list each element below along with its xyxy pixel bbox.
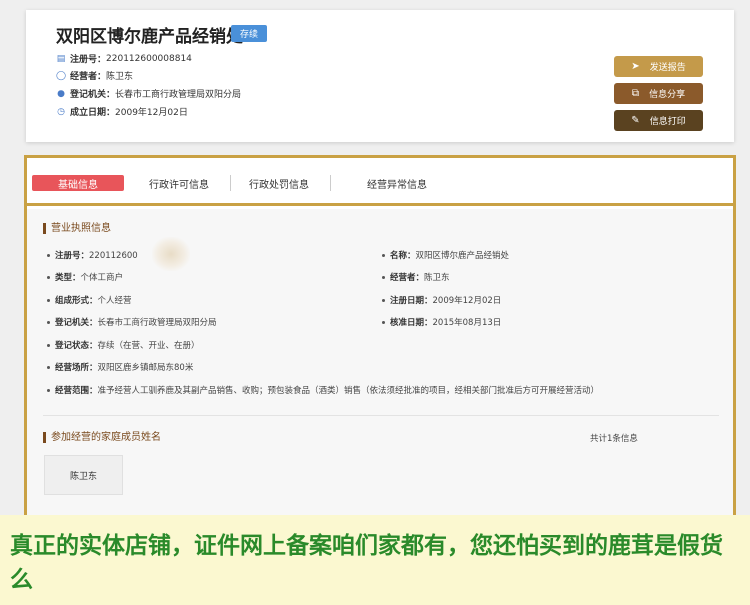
pencil-icon: ✎ — [631, 115, 640, 126]
reg-no-value: 220112600008814 — [106, 53, 192, 64]
tab-admin-license[interactable]: 行政许可信息 — [149, 175, 209, 191]
redaction-blur — [152, 237, 190, 271]
operator-label: 经营者： — [70, 72, 107, 82]
license-field: 核准日期：2015年08月13日 — [382, 316, 501, 328]
status-badge: 存续 — [231, 25, 268, 42]
paper-plane-icon: ➤ — [631, 61, 640, 72]
detail-panel: 基础信息 行政许可信息 行政处罚信息 经营异常信息 营业执照信息 注册号：220… — [24, 155, 736, 523]
tab-abnormal-operation[interactable]: 经营异常信息 — [367, 175, 427, 191]
license-field: 登记状态：存续（在营、开业、在册） — [47, 339, 200, 351]
founded-value: 2009年12月02日 — [115, 108, 188, 118]
family-section-title: 参加经营的家庭成员姓名 — [43, 432, 161, 443]
license-field: 经营者：陈卫东 — [382, 271, 450, 283]
authority-line: ● 登记机关： 长春市工商行政管理局双阳分局 — [56, 87, 242, 101]
print-info-label: 信息打印 — [649, 117, 686, 127]
promo-caption: 真正的实体店铺，证件网上备案咱们家都有，您还怕买到的鹿茸是假货么 — [0, 515, 750, 605]
tab-admin-penalty[interactable]: 行政处罚信息 — [249, 175, 309, 191]
reg-no-label: 注册号： — [70, 55, 107, 65]
operator-line: ◯ 经营者： 陈卫东 — [56, 69, 134, 83]
license-field: 经营场所：双阳区鹿乡镇邮局东80米 — [47, 361, 193, 373]
company-title: 双阳区博尔鹿产品经销处 — [56, 27, 243, 47]
license-section-title: 营业执照信息 — [43, 223, 111, 234]
founded-line: ◷ 成立日期： 2009年12月02日 — [56, 105, 188, 119]
section-divider — [43, 415, 719, 416]
clock-icon: ◷ — [57, 106, 65, 117]
authority-value: 长春市工商行政管理局双阳分局 — [115, 90, 242, 100]
tab-divider — [330, 175, 331, 191]
user-icon: ◯ — [56, 70, 67, 81]
company-header-card: 双阳区博尔鹿产品经销处 存续 ▤ 注册号： 220112600008814 ◯ … — [26, 10, 734, 142]
print-info-button[interactable]: ✎ 信息打印 — [614, 110, 703, 131]
send-report-button[interactable]: ➤ 发送报告 — [614, 56, 703, 77]
license-field: 组成形式：个人经营 — [47, 294, 132, 306]
license-field: 登记机关：长春市工商行政管理局双阳分局 — [47, 316, 217, 328]
share-info-button[interactable]: ⧉ 信息分享 — [614, 83, 703, 104]
tab-divider — [230, 175, 231, 191]
tab-basic-info[interactable]: 基础信息 — [32, 175, 124, 191]
reg-no-line: ▤ 注册号： 220112600008814 — [56, 52, 192, 66]
tab-content: 营业执照信息 注册号：220112600 类型：个体工商户 组成形式：个人经营 … — [27, 209, 733, 523]
license-field: 名称：双阳区博尔鹿产品经销处 — [382, 249, 509, 261]
send-report-label: 发送报告 — [649, 63, 686, 73]
location-pin-icon: ● — [57, 88, 65, 99]
founded-label: 成立日期： — [70, 108, 116, 118]
license-field: 注册日期：2009年12月02日 — [382, 294, 501, 306]
license-field: 经营范围：准予经营人工驯养鹿及其副产品销售、收购；预包装食品（酒类）销售（依法须… — [47, 384, 599, 396]
caption-text: 真正的实体店铺，证件网上备案咱们家都有，您还怕买到的鹿茸是假货么 — [10, 533, 723, 593]
share-info-label: 信息分享 — [649, 90, 686, 100]
share-icon: ⧉ — [631, 88, 640, 99]
license-field: 注册号：220112600 — [47, 249, 138, 261]
operator-value: 陈卫东 — [106, 72, 134, 82]
record-count: 共计1条信息 — [590, 434, 638, 444]
tab-bar: 基础信息 行政许可信息 行政处罚信息 经营异常信息 — [27, 158, 733, 206]
family-member-card: 陈卫东 — [44, 455, 123, 495]
license-field: 类型：个体工商户 — [47, 271, 123, 283]
authority-label: 登记机关： — [70, 90, 116, 100]
book-icon: ▤ — [56, 53, 66, 64]
